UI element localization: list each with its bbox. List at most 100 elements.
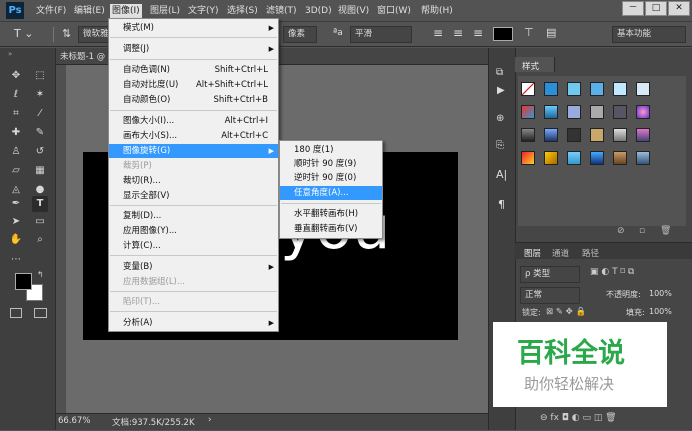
type-tool-icon[interactable]: T ⌄ [14, 27, 33, 40]
paths-tab[interactable]: 路径 [582, 247, 599, 259]
history-brush-icon[interactable]: ↺ [32, 144, 48, 160]
style-swatch[interactable] [567, 128, 581, 142]
menu-select[interactable]: 选择(S) [227, 4, 258, 19]
menu-window[interactable]: 窗口(W) [377, 4, 411, 19]
zoom-level[interactable]: 66.67% [58, 416, 90, 426]
marquee-tool-icon[interactable]: ⬚ [32, 68, 48, 84]
menu-type[interactable]: 文字(Y) [188, 4, 219, 19]
style-swatch[interactable] [544, 105, 558, 119]
style-swatch[interactable] [544, 128, 558, 142]
clone-source-icon[interactable]: ⎘ [496, 140, 504, 151]
text-color-swatch[interactable] [493, 27, 513, 41]
style-swatch[interactable] [590, 151, 604, 165]
anti-alias-select[interactable]: 平滑 [350, 26, 412, 43]
document-tab[interactable]: 未标题-1 @ [60, 50, 105, 62]
opacity-value[interactable]: 100% [649, 289, 672, 298]
rotate-arbitrary[interactable]: 任意角度(A)... [280, 186, 382, 200]
menu-item-apply-data-set[interactable]: 应用数据组(L)... [109, 275, 278, 289]
menu-image[interactable]: 图像(I) [110, 4, 142, 19]
style-swatch[interactable] [590, 128, 604, 142]
toolbox-collapse-icon[interactable]: » [8, 50, 12, 58]
channels-tab[interactable]: 通道 [552, 247, 569, 259]
character-icon[interactable]: A| [496, 168, 507, 181]
align-right-icon[interactable]: ≡ [473, 26, 483, 40]
style-swatch[interactable] [613, 82, 627, 96]
menu-item-auto-tone[interactable]: 自动色调(N) Shift+Ctrl+L [109, 63, 278, 77]
align-center-icon[interactable]: ≡ [453, 26, 463, 40]
menu-item-trim[interactable]: 裁切(R)... [109, 174, 278, 188]
style-swatch[interactable] [636, 105, 650, 119]
clear-style-icon[interactable]: ⊘ [617, 226, 625, 236]
flip-vertical[interactable]: 垂直翻转画布(V) [280, 222, 382, 236]
pen-tool-icon[interactable]: ✒ [8, 196, 24, 212]
history-panel-icon[interactable]: ⧉ [496, 67, 503, 78]
restore-button[interactable]: □ [645, 1, 667, 16]
menu-item-duplicate[interactable]: 复制(D)... [109, 209, 278, 223]
style-swatch[interactable] [521, 151, 535, 165]
menu-item-reveal-all[interactable]: 显示全部(V) [109, 189, 278, 203]
menu-help[interactable]: 帮助(H) [421, 4, 453, 19]
layers-tab[interactable]: 图层 [524, 247, 541, 259]
font-size-unit[interactable]: 像素 [283, 26, 317, 43]
menu-item-analysis[interactable]: 分析(A) ▶ [109, 316, 278, 330]
menu-item-calculations[interactable]: 计算(C)... [109, 239, 278, 253]
minimize-button[interactable]: － [622, 1, 644, 16]
menu-item-mode[interactable]: 模式(M) ▶ [109, 21, 278, 35]
lasso-tool-icon[interactable]: ℓ [8, 87, 24, 103]
eraser-icon[interactable]: ▱ [8, 163, 24, 179]
lock-icons[interactable]: ⊠ ✎ ✥ 🔒 [546, 307, 586, 317]
paragraph-icon[interactable]: ¶ [498, 198, 505, 211]
hand-tool-icon[interactable]: ✋ [8, 232, 24, 248]
workspace-select[interactable]: 基本功能 [612, 26, 686, 43]
rotate-180[interactable]: 180 度(1) [280, 143, 382, 157]
menu-edit[interactable]: 编辑(E) [74, 4, 105, 19]
menu-item-image-size[interactable]: 图像大小(I)... Alt+Ctrl+I [109, 114, 278, 128]
actions-play-icon[interactable]: ▶ [497, 85, 505, 96]
style-swatch[interactable] [613, 128, 627, 142]
font-family-select[interactable]: 微软雅 [78, 26, 110, 43]
document-size[interactable]: 文档:937.5K/255.2K [112, 416, 195, 428]
character-panel-icon[interactable]: ▤ [546, 26, 556, 39]
magic-wand-icon[interactable]: ✶ [32, 87, 48, 103]
menu-file[interactable]: 文件(F) [36, 4, 66, 19]
style-swatch[interactable] [567, 82, 581, 96]
rectangle-tool-icon[interactable]: ▭ [32, 214, 48, 230]
style-swatch[interactable] [521, 128, 535, 142]
style-swatch[interactable] [521, 105, 535, 119]
crop-tool-icon[interactable]: ⌗ [8, 106, 24, 122]
menu-item-adjustments[interactable]: 调整(J) ▶ [109, 42, 278, 56]
style-swatch[interactable] [613, 105, 627, 119]
type-tool-icon[interactable]: T [32, 196, 48, 212]
delete-style-icon[interactable]: 🗑 [660, 226, 671, 236]
move-tool-icon[interactable]: ✥ [8, 68, 24, 84]
align-left-icon[interactable]: ≡ [433, 26, 443, 40]
style-swatch[interactable] [567, 151, 581, 165]
menu-item-auto-contrast[interactable]: 自动对比度(U) Alt+Shift+Ctrl+L [109, 78, 278, 92]
menu-item-trap[interactable]: 陷印(T)... [109, 295, 278, 309]
eyedropper-icon[interactable]: ⁄ [32, 106, 48, 122]
swap-colors-icon[interactable]: ↰ [37, 270, 44, 279]
clone-stamp-icon[interactable]: ♙ [8, 144, 24, 160]
healing-brush-icon[interactable]: ✚ [8, 125, 24, 141]
style-swatch[interactable] [636, 82, 650, 96]
menu-item-crop[interactable]: 裁剪(P) [109, 159, 278, 173]
foreground-color-swatch[interactable] [15, 273, 32, 290]
menu-item-variables[interactable]: 变量(B) ▶ [109, 260, 278, 274]
layer-filter-select[interactable]: ρ 类型 [520, 266, 580, 283]
screen-mode-icon[interactable] [34, 308, 47, 318]
rotate-90-ccw[interactable]: 逆时针 90 度(0) [280, 171, 382, 185]
menu-item-apply-image[interactable]: 应用图像(Y)... [109, 224, 278, 238]
style-swatch[interactable] [636, 151, 650, 165]
status-arrow-icon[interactable]: › [208, 415, 212, 425]
menu-item-auto-color[interactable]: 自动颜色(O) Shift+Ctrl+B [109, 93, 278, 107]
path-selection-icon[interactable]: ➤ [8, 214, 24, 230]
flip-horizontal[interactable]: 水平翻转画布(H) [280, 207, 382, 221]
new-style-icon[interactable]: ▫ [639, 226, 645, 236]
rotate-90-cw[interactable]: 顺时针 90 度(9) [280, 157, 382, 171]
menu-item-canvas-size[interactable]: 画布大小(S)... Alt+Ctrl+C [109, 129, 278, 143]
style-swatch[interactable] [636, 128, 650, 142]
text-orientation-icon[interactable]: ⇅ [62, 27, 71, 40]
layer-actions-icons[interactable]: ⊖ fx ◘ ◐ ▭ ◫ 🗑 [540, 413, 617, 423]
gradient-tool-icon[interactable]: ▦ [32, 163, 48, 179]
style-swatch[interactable] [613, 151, 627, 165]
